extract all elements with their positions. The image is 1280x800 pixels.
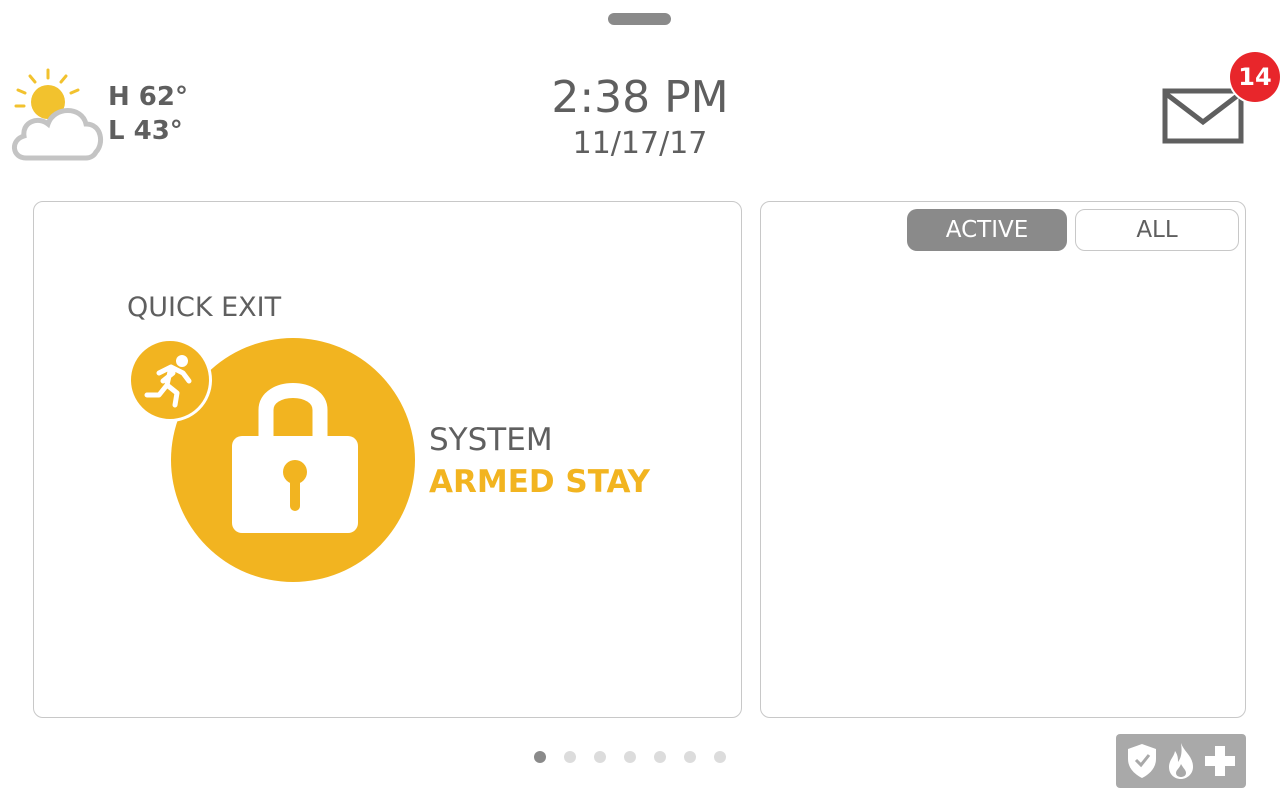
page-dot-2[interactable] bbox=[564, 751, 576, 763]
weather-widget[interactable]: H 62° L 43° bbox=[8, 66, 208, 166]
emergency-button[interactable] bbox=[1116, 734, 1246, 788]
alerts-panel: ACTIVE ALL bbox=[760, 201, 1246, 718]
unread-messages-badge: 14 bbox=[1230, 52, 1280, 102]
page-dot-4[interactable] bbox=[624, 751, 636, 763]
medical-cross-icon bbox=[1205, 746, 1235, 776]
page-dot-5[interactable] bbox=[654, 751, 666, 763]
low-temperature: L 43° bbox=[108, 116, 183, 146]
page-dot-1[interactable] bbox=[534, 751, 546, 763]
page-dot-6[interactable] bbox=[684, 751, 696, 763]
high-temperature: H 62° bbox=[108, 82, 188, 112]
tab-all[interactable]: ALL bbox=[1075, 209, 1239, 251]
current-date: 11/17/17 bbox=[572, 126, 708, 161]
tab-active[interactable]: ACTIVE bbox=[907, 209, 1067, 251]
security-status-panel: QUICK EXIT SYSTEM ARMED STAY bbox=[33, 201, 742, 718]
quick-exit-button[interactable] bbox=[128, 338, 212, 422]
system-status-label: SYSTEM bbox=[429, 422, 553, 458]
flame-icon bbox=[1169, 743, 1193, 779]
partly-cloudy-icon bbox=[12, 68, 104, 161]
page-dot-7[interactable] bbox=[714, 751, 726, 763]
messages-button[interactable] bbox=[1160, 86, 1246, 146]
running-person-icon bbox=[144, 355, 192, 408]
pull-down-handle[interactable] bbox=[608, 13, 671, 25]
current-time: 2:38 PM bbox=[551, 72, 729, 123]
quick-exit-label: QUICK EXIT bbox=[127, 292, 282, 323]
mail-icon bbox=[1162, 88, 1244, 144]
page-dot-3[interactable] bbox=[594, 751, 606, 763]
arm-state-label: ARMED STAY bbox=[429, 464, 650, 500]
shield-icon bbox=[1128, 744, 1156, 778]
